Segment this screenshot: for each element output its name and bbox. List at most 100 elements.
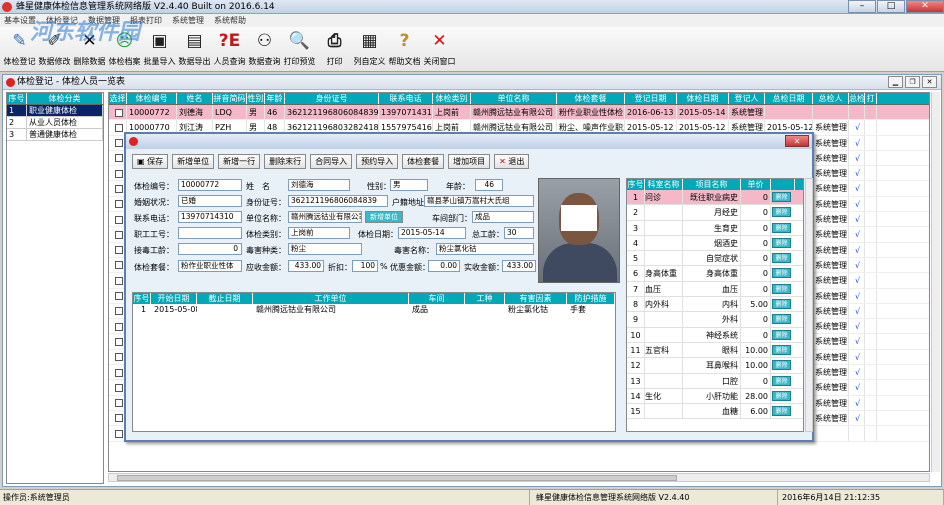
category-row[interactable]: 3 普通健康体检 <box>7 129 103 141</box>
grid-header-cell[interactable]: 身份证号 <box>285 93 379 104</box>
phone-field[interactable]: 13970714310 <box>178 211 242 223</box>
toolbar-print-button[interactable]: ⎙ 打印 <box>317 27 352 71</box>
work-cell[interactable]: 1 <box>133 304 151 316</box>
grid-header-cell[interactable]: 登记日期 <box>625 93 677 104</box>
toolbar-export-button[interactable]: ▤ 数据导出 <box>177 27 212 71</box>
preferential-field[interactable]: 0.00 <box>428 260 460 272</box>
row-checkbox[interactable] <box>114 154 123 163</box>
row-checkbox[interactable] <box>114 169 123 178</box>
grid-header-cell[interactable]: 总检 <box>849 93 865 104</box>
delete-item-button[interactable]: 删除 <box>772 329 791 340</box>
row-checkbox[interactable] <box>114 337 123 346</box>
scroll-thumb[interactable] <box>117 475 677 481</box>
dept-field[interactable]: 成品 <box>472 211 534 223</box>
delete-item-button[interactable]: 删除 <box>772 222 791 233</box>
exam-item-row[interactable]: 1 问诊 既往职业病史 0 删除 <box>627 190 803 206</box>
delete-item-button[interactable]: 删除 <box>772 406 791 417</box>
row-checkbox[interactable] <box>114 383 123 392</box>
age-field[interactable]: 46 <box>475 179 503 191</box>
total-years-field[interactable]: 30 <box>504 227 534 239</box>
exit-button[interactable]: ✕ 退出 <box>494 154 530 169</box>
work-cell[interactable]: 手套 <box>567 304 615 316</box>
maximize-button[interactable]: □ <box>877 0 905 13</box>
dialog-add-unit-button[interactable]: 新增单位 <box>365 211 403 223</box>
exam-item-row[interactable]: 6 身高体重 身高体重 0 删除 <box>627 266 803 282</box>
row-checkbox[interactable] <box>114 215 123 224</box>
grid-header-cell[interactable]: 单位名称 <box>471 93 557 104</box>
category-row[interactable]: 1 职业健康体检 <box>7 105 103 117</box>
row-checkbox[interactable] <box>114 200 123 209</box>
address-field[interactable]: 赣县茅山镇万嵩村大氏组 <box>424 195 534 207</box>
items-scrollbar[interactable] <box>805 178 813 432</box>
grid-header-cell[interactable]: 总检人 <box>813 93 849 104</box>
row-checkbox[interactable] <box>114 353 123 362</box>
toolbar-data-query-button[interactable]: ⚇ 数据查询 <box>247 27 282 71</box>
exam-item-row[interactable]: 9 外科 0 删除 <box>627 312 803 328</box>
category-row[interactable]: 2 从业人员体检 <box>7 117 103 129</box>
menu-item[interactable]: 系统帮助 <box>214 14 246 27</box>
grid-header-cell[interactable]: 打 <box>865 93 877 104</box>
hazard-name-field[interactable]: 粉尘氯化钴 <box>436 243 534 255</box>
add-item-button[interactable]: 增加项目 <box>448 154 491 169</box>
grid-header-cell[interactable]: 总检日期 <box>765 93 813 104</box>
grid-header-cell[interactable]: 选择 <box>109 93 127 104</box>
grid-header-cell[interactable]: 姓名 <box>177 93 213 104</box>
work-history-row[interactable]: 1 2015-05-08 赣州腾远钴业有限公司 成品 粉尘氯化钴 手套 <box>133 304 615 316</box>
discount-field[interactable]: 100 <box>352 260 378 272</box>
work-cell[interactable] <box>465 304 505 316</box>
grid-header-cell[interactable]: 联系电话 <box>379 93 433 104</box>
delete-item-button[interactable]: 删除 <box>772 192 791 202</box>
toolbar-import-button[interactable]: ▣ 批量导入 <box>142 27 177 71</box>
row-checkbox[interactable] <box>114 139 123 148</box>
exam-item-row[interactable]: 12 耳鼻喉科 10.00 删除 <box>627 358 803 374</box>
row-checkbox[interactable] <box>114 123 123 132</box>
delete-item-button[interactable]: 删除 <box>772 283 791 294</box>
row-checkbox[interactable] <box>114 246 123 255</box>
exam-item-row[interactable]: 14 生化 小肝功能 28.00 删除 <box>627 388 803 405</box>
grid-header-cell[interactable]: 体检编号 <box>127 93 177 104</box>
row-checkbox[interactable] <box>114 399 123 408</box>
grid-header-cell[interactable]: 性别 <box>247 93 265 104</box>
hazard-type-field[interactable]: 粉尘 <box>288 243 362 255</box>
row-checkbox[interactable] <box>114 292 123 301</box>
delete-item-button[interactable]: 删除 <box>772 375 791 386</box>
dialog-close-button[interactable]: ✕ <box>785 135 809 147</box>
receivable-field[interactable]: 433.00 <box>288 260 324 272</box>
row-checkbox[interactable] <box>114 108 123 117</box>
exam-item-row[interactable]: 3 生育史 0 删除 <box>627 220 803 236</box>
grid-header-cell[interactable]: 体检类别 <box>433 93 471 104</box>
grid-vertical-scrollbar[interactable] <box>931 92 940 472</box>
row-checkbox[interactable] <box>114 414 123 423</box>
gender-field[interactable]: 男 <box>390 179 428 191</box>
toolbar-print-preview-button[interactable]: 🔍 打印预览 <box>282 27 317 71</box>
exam-package-button[interactable]: 体检套餐 <box>402 154 445 169</box>
exam-item-row[interactable]: 10 神经系统 0 删除 <box>627 327 803 343</box>
name-field[interactable]: 刘德海 <box>288 179 350 191</box>
sub-close-button[interactable]: ✕ <box>922 76 937 88</box>
row-select-cell[interactable] <box>109 105 127 120</box>
exam-item-row[interactable]: 7 血压 血压 0 删除 <box>627 281 803 298</box>
row-checkbox[interactable] <box>114 307 123 316</box>
work-cell[interactable]: 赣州腾远钴业有限公司 <box>253 304 409 316</box>
grid-header-cell[interactable]: 体检日期 <box>677 93 729 104</box>
work-cell[interactable]: 粉尘氯化钴 <box>505 304 567 316</box>
minimize-button[interactable]: – <box>848 0 876 13</box>
delete-item-button[interactable]: 删除 <box>772 344 791 355</box>
package-field[interactable]: 粉作业职业性体 <box>178 260 242 272</box>
exposure-years-field[interactable]: 0 <box>178 243 242 255</box>
row-checkbox[interactable] <box>114 368 123 377</box>
toolbar-person-query-button[interactable]: ?E 人员查询 <box>212 27 247 71</box>
delete-item-button[interactable]: 删除 <box>772 314 791 325</box>
exam-date-field[interactable]: 2015-05-14 <box>398 227 466 239</box>
exam-item-row[interactable]: 15 血糖 6.00 删除 <box>627 404 803 420</box>
save-button[interactable]: ▣ 保存 <box>132 154 169 169</box>
exam-item-row[interactable]: 11 五官科 眼科 10.00 删除 <box>627 342 803 359</box>
grid-horizontal-scrollbar[interactable] <box>108 473 930 482</box>
exam-item-row[interactable]: 4 烟酒史 0 删除 <box>627 235 803 252</box>
idno-field[interactable]: 362121196806084839 <box>288 195 388 207</box>
row-checkbox[interactable] <box>114 230 123 239</box>
delete-item-button[interactable]: 删除 <box>772 207 791 218</box>
appointment-import-button[interactable]: 预约导入 <box>356 154 399 169</box>
marital-field[interactable]: 已婚 <box>178 195 242 207</box>
work-cell[interactable]: 2015-05-08 <box>151 304 197 316</box>
